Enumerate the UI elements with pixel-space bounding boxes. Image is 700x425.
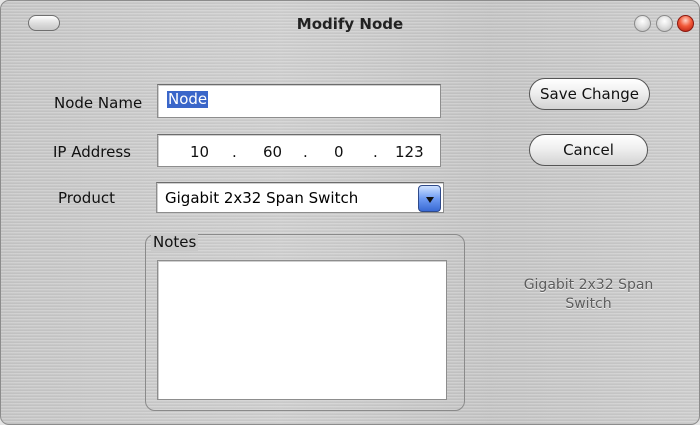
ip-address-field[interactable]: 10 . 60 . 0 . 123 xyxy=(157,134,441,167)
product-info-line-1: Gigabit 2x32 Span xyxy=(523,277,654,293)
minimize-icon[interactable] xyxy=(634,15,651,32)
product-select[interactable]: Gigabit 2x32 Span Switch xyxy=(156,182,444,213)
window-title: Modify Node xyxy=(296,15,404,33)
product-selected-value: Gigabit 2x32 Span Switch xyxy=(165,189,359,207)
ip-separator: . xyxy=(232,143,237,161)
notes-label: Notes xyxy=(151,233,199,251)
ip-address-label: IP Address xyxy=(53,143,131,161)
node-name-value: Node xyxy=(167,90,209,108)
zoom-icon[interactable] xyxy=(656,15,673,32)
ip-separator: . xyxy=(303,143,308,161)
ip-octet-2[interactable]: 60 xyxy=(263,143,282,161)
ip-octet-1[interactable]: 10 xyxy=(190,143,209,161)
product-label: Product xyxy=(58,189,115,207)
close-icon[interactable] xyxy=(677,15,694,32)
ip-octet-3[interactable]: 0 xyxy=(334,143,344,161)
chevron-down-icon[interactable] xyxy=(418,185,441,212)
ip-separator: . xyxy=(373,143,378,161)
save-change-button[interactable]: Save Change xyxy=(529,78,650,110)
product-info-text: Gigabit 2x32 Span Switch xyxy=(506,276,671,314)
node-name-label: Node Name xyxy=(54,94,143,112)
product-info-line-2: Switch xyxy=(565,296,612,312)
cancel-button[interactable]: Cancel xyxy=(529,134,648,166)
title-bar[interactable]: Modify Node xyxy=(1,1,699,49)
notes-textarea[interactable] xyxy=(157,260,447,400)
ip-octet-4[interactable]: 123 xyxy=(395,143,424,161)
modify-node-window: Modify Node Node Name Node IP Address 10… xyxy=(0,0,700,425)
node-name-field[interactable]: Node xyxy=(157,84,441,118)
